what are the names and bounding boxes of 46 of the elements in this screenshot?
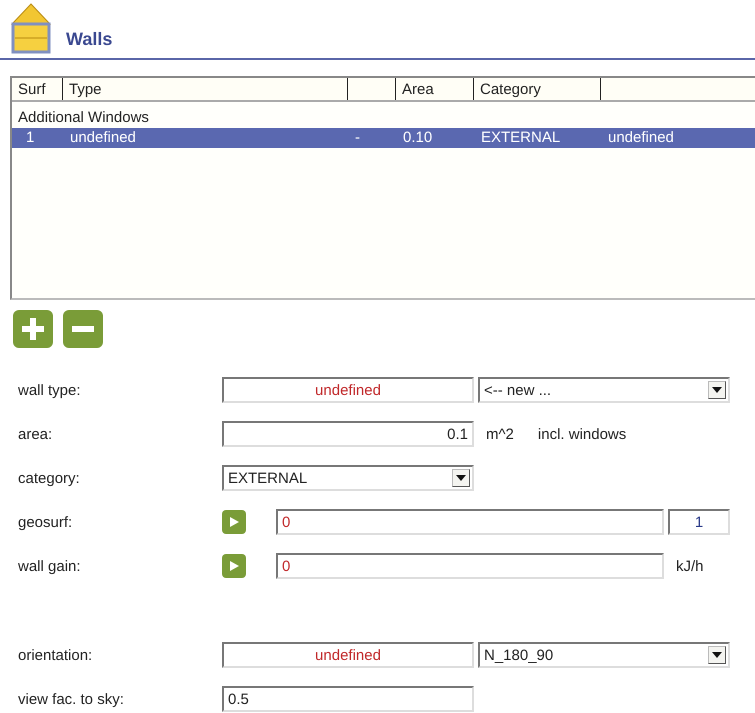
group-title: Additional Windows (17, 108, 150, 128)
house-icon (10, 2, 52, 54)
play-icon (228, 560, 240, 572)
unit-label: kJ/h (676, 558, 704, 574)
input-field[interactable]: 0.5 (222, 686, 474, 712)
column-header[interactable]: Area (400, 80, 434, 98)
dropdown[interactable]: N_180_90 (478, 642, 730, 668)
field-label: area: (18, 426, 54, 442)
play-button[interactable] (222, 554, 246, 578)
table-cell-text: undefined (69, 128, 137, 148)
table-cell-text: 1 (25, 128, 36, 148)
table-cell-text: 0.10 (402, 128, 434, 148)
table-cell-text: - (354, 128, 361, 148)
play-button[interactable] (222, 510, 246, 534)
unit-label: incl. windows (538, 426, 626, 442)
list-row[interactable]: 1 undefined - 0.10 EXTERNAL undefined (12, 128, 755, 148)
input-field[interactable]: 1 (668, 509, 730, 535)
minus-icon (72, 326, 94, 332)
field-label: orientation: (18, 646, 94, 664)
input-field[interactable]: 0 (276, 553, 664, 579)
field-label: category: (18, 470, 81, 486)
dropdown[interactable]: <-- new ... (478, 377, 730, 403)
caret-icon (712, 652, 722, 658)
caret-icon (712, 387, 722, 393)
input-field[interactable]: undefined (222, 377, 474, 403)
walls-list[interactable]: Surf Type Area Category Additional Windows 1 undefined - 0.10 EXTERNAL undefined (10, 76, 755, 300)
field-label: view fac. to sky: (18, 690, 125, 708)
field-label: geosurf: (18, 514, 74, 530)
column-header[interactable]: Type (67, 80, 102, 98)
unit-label: m^2 (486, 426, 514, 442)
remove-button[interactable] (63, 310, 103, 348)
input-field[interactable]: undefined (222, 642, 474, 668)
table-cell-text: EXTERNAL (480, 128, 562, 148)
panel-title: Walls (66, 29, 112, 50)
field-label: wall type: (18, 382, 82, 398)
add-button[interactable] (13, 310, 53, 348)
column-header[interactable]: Surf (16, 80, 46, 98)
caret-icon (456, 475, 466, 481)
plus-icon (20, 316, 46, 342)
dropdown[interactable]: EXTERNAL (222, 465, 474, 491)
table-cell-text: undefined (607, 128, 675, 148)
play-icon (228, 516, 240, 528)
input-field[interactable]: 0 (276, 509, 664, 535)
column-header[interactable]: Category (478, 80, 541, 98)
input-field[interactable]: 0.1 (222, 421, 474, 447)
field-label: wall gain: (18, 558, 82, 574)
